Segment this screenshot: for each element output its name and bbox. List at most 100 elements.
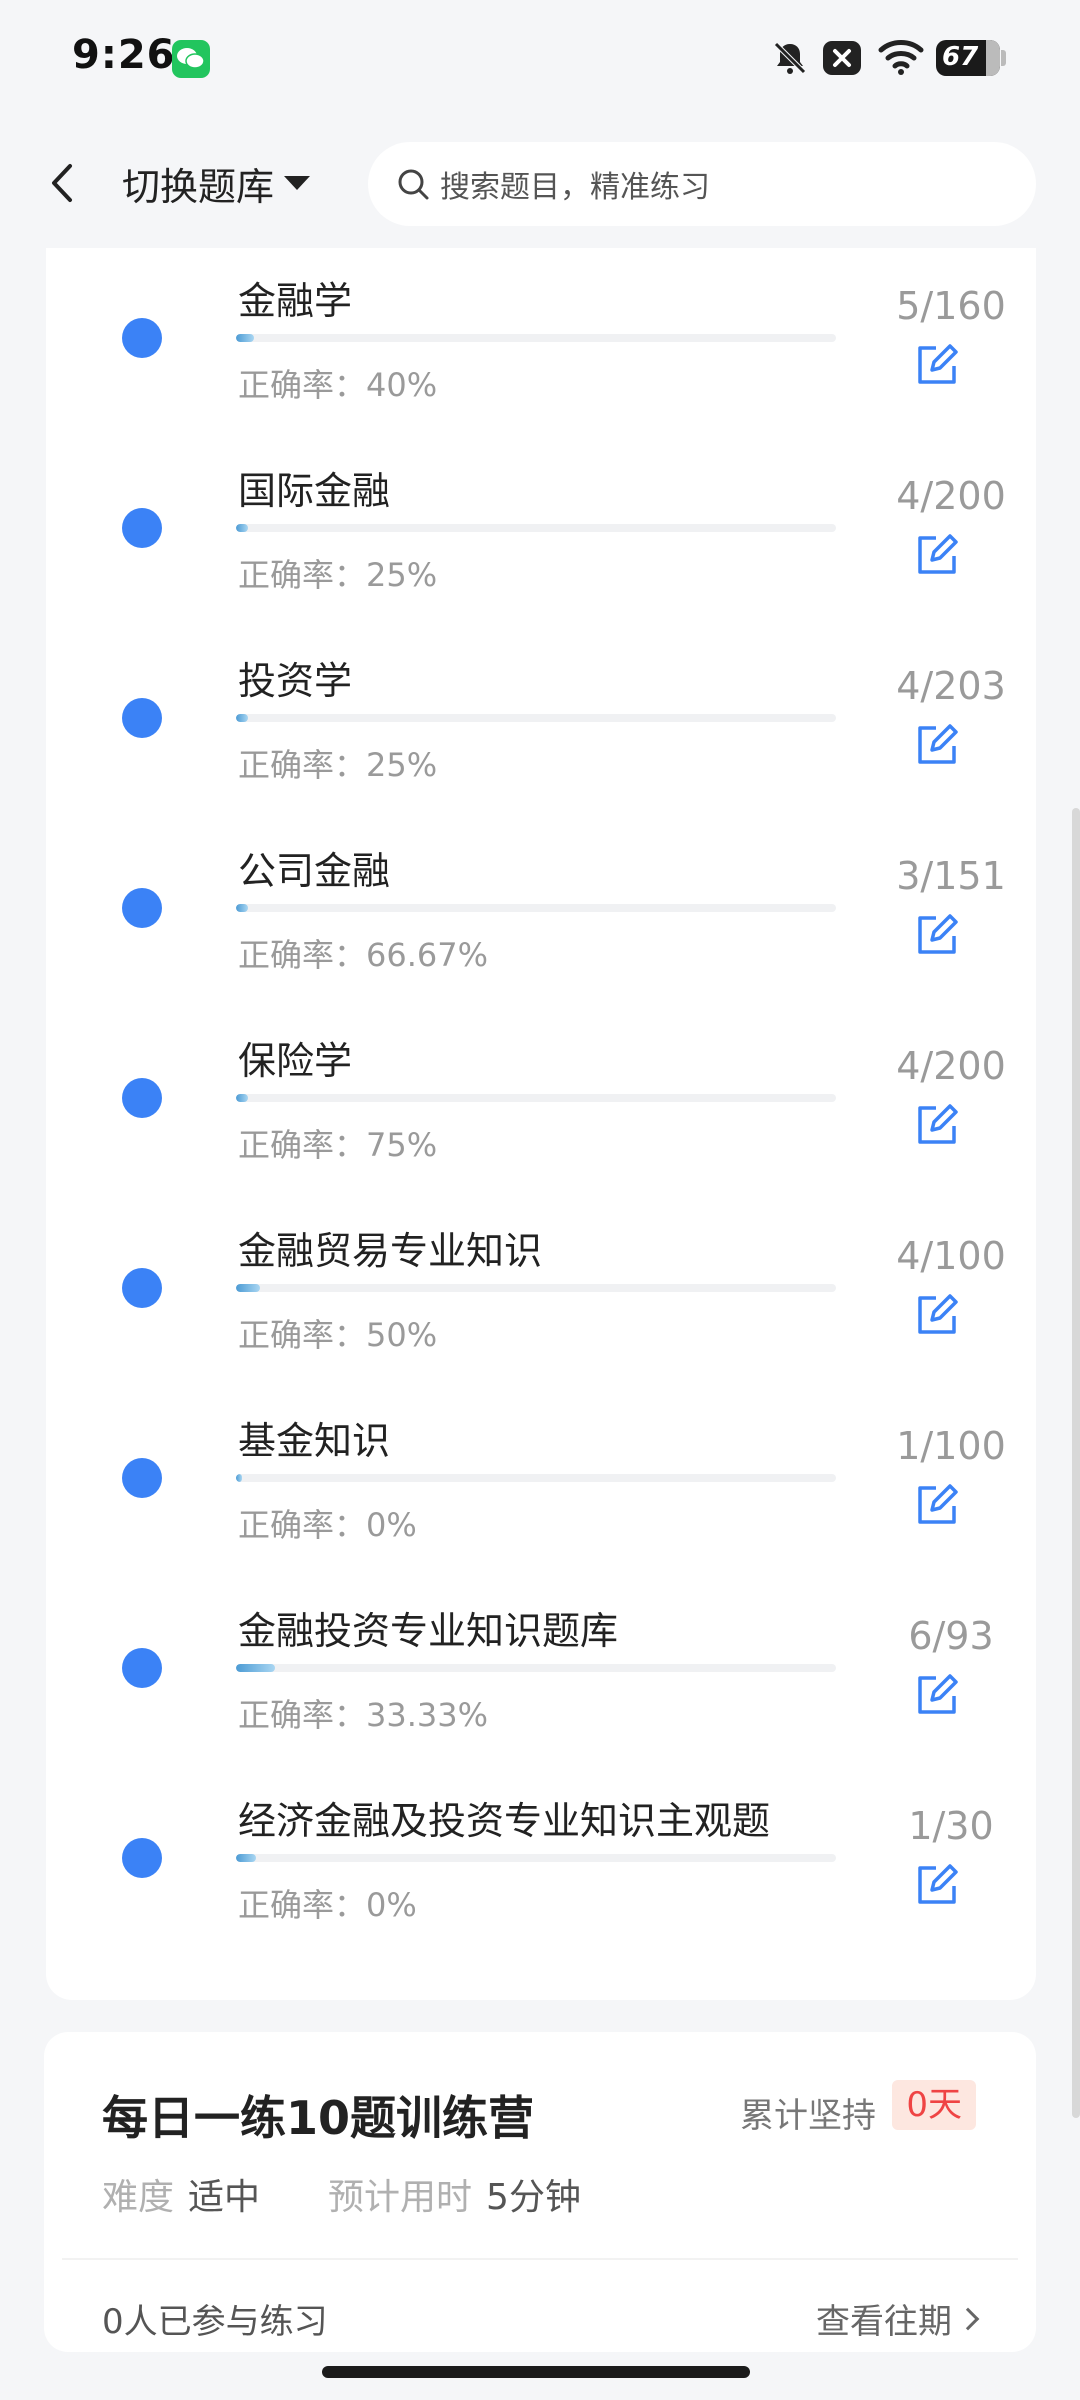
daily-title: 每日一练10题训练营 bbox=[102, 2091, 535, 2145]
accuracy-text: 正确率：66.67% bbox=[238, 936, 489, 974]
progress-track bbox=[236, 904, 836, 912]
caret-down-icon bbox=[284, 176, 311, 190]
progress-fill bbox=[236, 1854, 256, 1862]
status-time: 9:26 bbox=[72, 32, 176, 78]
close-box-icon bbox=[823, 41, 861, 75]
count-text: 3/151 bbox=[896, 854, 1006, 898]
history-link[interactable]: 查看往期 bbox=[816, 2294, 980, 2343]
subject-row[interactable]: 保险学 正确率：75% 4/200 bbox=[46, 1010, 1036, 1200]
wifi-icon bbox=[878, 40, 924, 75]
difficulty-value: 适中 bbox=[188, 2177, 261, 2218]
edit-icon[interactable] bbox=[914, 1102, 960, 1148]
accuracy-text: 正确率：40% bbox=[238, 366, 438, 404]
count-text: 4/100 bbox=[896, 1234, 1006, 1278]
scrollbar[interactable] bbox=[1072, 808, 1080, 2118]
battery-level: 67 bbox=[942, 42, 979, 72]
subject-row[interactable]: 金融贸易专业知识 正确率：50% 4/100 bbox=[46, 1200, 1036, 1390]
accuracy-text: 正确率：75% bbox=[238, 1126, 438, 1164]
subject-title: 投资学 bbox=[238, 659, 353, 703]
participants-text: 0人已参与练习 bbox=[102, 2302, 328, 2342]
top-bar: 切换题库 搜索题目，精准练习 bbox=[0, 118, 1080, 248]
edit-icon[interactable] bbox=[914, 342, 960, 388]
status-dot bbox=[122, 698, 162, 738]
subject-title: 保险学 bbox=[238, 1039, 353, 1083]
count-text: 4/200 bbox=[896, 1044, 1006, 1088]
streak-label: 累计坚持 bbox=[740, 2096, 876, 2136]
status-dot bbox=[122, 1458, 162, 1498]
progress-fill bbox=[236, 1474, 242, 1482]
battery-icon: 67 bbox=[936, 40, 1006, 76]
accuracy-text: 正确率：0% bbox=[238, 1886, 417, 1924]
search-input[interactable]: 搜索题目，精准练习 bbox=[368, 142, 1036, 226]
progress-track bbox=[236, 524, 836, 532]
progress-fill bbox=[236, 524, 248, 532]
status-dot bbox=[122, 318, 162, 358]
progress-fill bbox=[236, 714, 248, 722]
progress-track bbox=[236, 1094, 836, 1102]
subject-row[interactable]: 经济金融及投资专业知识主观题 正确率：0% 1/30 bbox=[46, 1770, 1036, 1960]
subject-row[interactable]: 公司金融 正确率：66.67% 3/151 bbox=[46, 820, 1036, 1010]
time-label: 预计用时 bbox=[328, 2177, 473, 2218]
chevron-right-icon bbox=[956, 2307, 980, 2330]
status-bar: 9:26 67 bbox=[0, 0, 1080, 118]
progress-track bbox=[236, 714, 836, 722]
edit-icon[interactable] bbox=[914, 1482, 960, 1528]
subject-row[interactable]: 基金知识 正确率：0% 1/100 bbox=[46, 1390, 1036, 1580]
search-icon bbox=[398, 169, 429, 200]
progress-fill bbox=[236, 1664, 275, 1672]
accuracy-text: 正确率：33.33% bbox=[238, 1696, 489, 1734]
edit-icon[interactable] bbox=[914, 912, 960, 958]
count-text: 6/93 bbox=[908, 1614, 994, 1658]
subject-row[interactable]: 国际金融 正确率：25% 4/200 bbox=[46, 440, 1036, 630]
progress-track bbox=[236, 1664, 836, 1672]
subject-title: 基金知识 bbox=[238, 1419, 391, 1463]
progress-fill bbox=[236, 1284, 260, 1292]
edit-icon[interactable] bbox=[914, 722, 960, 768]
edit-icon[interactable] bbox=[914, 532, 960, 578]
count-text: 4/200 bbox=[896, 474, 1006, 518]
subject-title: 国际金融 bbox=[238, 469, 391, 513]
subject-row[interactable]: 金融投资专业知识题库 正确率：33.33% 6/93 bbox=[46, 1580, 1036, 1770]
progress-track bbox=[236, 334, 836, 342]
progress-fill bbox=[236, 1094, 248, 1102]
divider bbox=[62, 2258, 1018, 2260]
history-link-label: 查看往期 bbox=[816, 2302, 952, 2342]
count-text: 5/160 bbox=[896, 284, 1006, 328]
progress-track bbox=[236, 1284, 836, 1292]
back-icon[interactable] bbox=[40, 158, 86, 208]
wechat-icon bbox=[172, 40, 210, 78]
progress-track bbox=[236, 1474, 836, 1482]
home-indicator[interactable] bbox=[322, 2366, 750, 2378]
switch-bank-button[interactable]: 切换题库 bbox=[122, 158, 311, 209]
count-text: 1/100 bbox=[896, 1424, 1006, 1468]
count-text: 1/30 bbox=[908, 1804, 994, 1848]
edit-icon[interactable] bbox=[914, 1862, 960, 1908]
subject-title: 经济金融及投资专业知识主观题 bbox=[238, 1799, 771, 1843]
edit-icon[interactable] bbox=[914, 1292, 960, 1338]
progress-fill bbox=[236, 904, 248, 912]
progress-fill bbox=[236, 334, 254, 342]
status-dot bbox=[122, 888, 162, 928]
difficulty-label: 难度 bbox=[102, 2177, 175, 2218]
bell-off-icon bbox=[774, 42, 806, 74]
status-dot bbox=[122, 1648, 162, 1688]
daily-practice-card[interactable]: 每日一练10题训练营 累计坚持 0天 难度 适中 预计用时 5分钟 0人已参与练习 查… bbox=[44, 2032, 1036, 2352]
search-placeholder: 搜索题目，精准练习 bbox=[440, 170, 710, 205]
daily-meta: 难度 适中 预计用时 5分钟 bbox=[102, 2168, 581, 2220]
subject-row[interactable]: 金融学 正确率：40% 5/160 bbox=[46, 250, 1036, 440]
accuracy-text: 正确率：50% bbox=[238, 1316, 438, 1354]
time-value: 5分钟 bbox=[486, 2177, 581, 2218]
status-dot bbox=[122, 1078, 162, 1118]
subject-title: 金融贸易专业知识 bbox=[238, 1229, 543, 1273]
switch-bank-label: 切换题库 bbox=[122, 164, 275, 209]
progress-track bbox=[236, 1854, 836, 1862]
streak-badge: 0天 bbox=[892, 2080, 976, 2130]
subject-title: 金融投资专业知识题库 bbox=[238, 1609, 619, 1653]
status-dot bbox=[122, 1268, 162, 1308]
accuracy-text: 正确率：25% bbox=[238, 746, 438, 784]
edit-icon[interactable] bbox=[914, 1672, 960, 1718]
subject-row[interactable]: 投资学 正确率：25% 4/203 bbox=[46, 630, 1036, 820]
status-dot bbox=[122, 1838, 162, 1878]
accuracy-text: 正确率：25% bbox=[238, 556, 438, 594]
status-dot bbox=[122, 508, 162, 548]
